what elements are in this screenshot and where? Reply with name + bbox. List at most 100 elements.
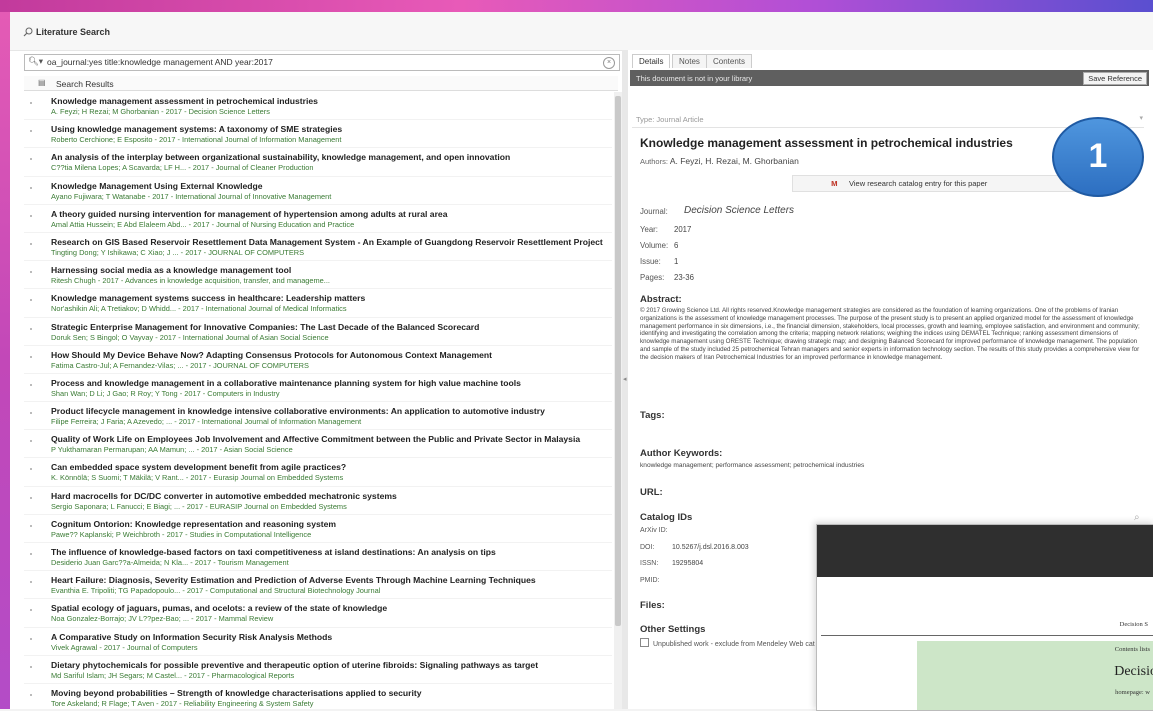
list-item[interactable]: Harnessing social media as a knowledge m…	[24, 261, 612, 290]
result-title[interactable]: Using knowledge management systems: A ta…	[51, 124, 342, 134]
volume-value[interactable]: 6	[674, 241, 678, 250]
result-meta: Evanthia E. Tripoliti; TG Papadopoulo...…	[51, 586, 381, 596]
list-item[interactable]: Can embedded space system development be…	[24, 458, 612, 487]
year-value[interactable]: 2017	[674, 225, 691, 234]
arxiv-label: ArXiv ID:	[640, 527, 668, 534]
unpublished-checkbox[interactable]	[640, 638, 649, 647]
result-title[interactable]: Moving beyond probabilities – Strength o…	[51, 688, 422, 698]
journal-row: Journal: Decision Science Letters	[640, 205, 794, 216]
pages-label: Pages:	[640, 273, 665, 282]
list-item[interactable]: The influence of knowledge-based factors…	[24, 543, 612, 572]
list-item[interactable]: Research on GIS Based Reservoir Resettle…	[24, 233, 612, 262]
result-title[interactable]: Quality of Work Life on Employees Job In…	[51, 434, 580, 444]
list-item[interactable]: Moving beyond probabilities – Strength o…	[24, 684, 612, 709]
results-scrollbar[interactable]	[614, 92, 622, 709]
chevron-down-icon[interactable]: ▾	[1139, 114, 1143, 122]
year-row: Year: 2017	[640, 225, 691, 234]
scrollbar-thumb[interactable]	[615, 96, 621, 626]
tab-notes[interactable]: Notes	[672, 54, 707, 68]
list-item[interactable]: Hard macrocells for DC/DC converter in a…	[24, 487, 612, 515]
list-item[interactable]: A theory guided nursing intervention for…	[24, 205, 612, 233]
keywords-heading: Author Keywords:	[640, 448, 723, 459]
list-item[interactable]: Dietary phytochemicals for possible prev…	[24, 656, 612, 684]
result-meta: Ritesh Chugh - 2017 - Advances in knowle…	[51, 276, 330, 286]
tab-details[interactable]: Details	[632, 54, 671, 68]
list-item[interactable]: Knowledge management systems success in …	[24, 289, 612, 318]
result-title[interactable]: The influence of knowledge-based factors…	[51, 547, 496, 557]
arxiv-row: ArXiv ID:	[640, 527, 668, 534]
search-dropdown-icon[interactable]: 🔍︎▾	[28, 56, 43, 67]
save-reference-button[interactable]: Save Reference	[1083, 72, 1147, 85]
result-title[interactable]: Research on GIS Based Reservoir Resettle…	[51, 237, 603, 247]
result-meta: K. Könnölä; S Suomi; T Mäkilä; V Rant...…	[51, 473, 344, 483]
view-catalog-button[interactable]: ᴍ View research catalog entry for this p…	[792, 175, 1094, 192]
result-title[interactable]: Spatial ecology of jaguars, pumas, and o…	[51, 603, 387, 613]
volume-row: Volume: 6	[640, 241, 678, 250]
splitter-arrow-icon[interactable]: ◂	[623, 375, 627, 383]
tab-contents[interactable]: Contents	[706, 54, 753, 68]
abstract-text[interactable]: © 2017 Growing Science Ltd. All rights r…	[640, 307, 1145, 362]
step-number-badge: 1	[1052, 117, 1144, 197]
journal-value[interactable]: Decision Science Letters	[684, 205, 794, 216]
pages-value[interactable]: 23-36	[674, 273, 694, 282]
issue-row: Issue: 1	[640, 257, 678, 266]
search-input[interactable]: 🔍︎▾ oa_journal:yes title:knowledge manag…	[24, 54, 620, 71]
result-title[interactable]: A theory guided nursing intervention for…	[51, 209, 447, 219]
result-title[interactable]: Strategic Enterprise Management for Inno…	[51, 322, 479, 332]
results-header-label: Search Results	[56, 79, 114, 89]
list-item[interactable]: Process and knowledge management in a co…	[24, 374, 612, 403]
result-title[interactable]: Hard macrocells for DC/DC converter in a…	[51, 491, 397, 501]
row-bullet	[30, 609, 32, 612]
type-select[interactable]: Type: Journal Article	[636, 115, 704, 124]
doi-row: DOI: 10.5267/j.dsl.2016.8.003	[640, 544, 749, 551]
magnifier-icon[interactable]: ⌕	[1134, 512, 1140, 523]
unpublished-checkbox-row[interactable]: Unpublished work - exclude from Mendeley…	[640, 638, 815, 648]
issn-value[interactable]: 19295804	[672, 560, 703, 567]
volume-label: Volume:	[640, 241, 669, 250]
result-title[interactable]: Heart Failure: Diagnosis, Severity Estim…	[51, 575, 536, 585]
result-title[interactable]: Product lifecycle management in knowledg…	[51, 406, 545, 416]
year-label: Year:	[640, 225, 658, 234]
result-meta: Md Sariful Islam; JH Segars; M Castel...…	[51, 670, 295, 680]
result-title[interactable]: Knowledge Management Using External Know…	[51, 181, 263, 191]
issue-value[interactable]: 1	[674, 257, 678, 266]
authors-label: Authors:	[640, 157, 668, 166]
result-meta: Roberto Cerchione; E Esposito - 2017 - I…	[51, 135, 342, 145]
list-item[interactable]: Cognitum Ontorion: Knowledge representat…	[24, 515, 612, 543]
list-item[interactable]: Using knowledge management systems: A ta…	[24, 120, 612, 149]
doi-value[interactable]: 10.5267/j.dsl.2016.8.003	[672, 544, 749, 551]
list-item[interactable]: An analysis of the interplay between org…	[24, 148, 612, 177]
list-item[interactable]: How Should My Device Behave Now? Adaptin…	[24, 346, 612, 374]
clear-search-icon[interactable]: ×	[603, 57, 615, 69]
result-title[interactable]: Cognitum Ontorion: Knowledge representat…	[51, 519, 336, 529]
list-item[interactable]: Knowledge management assessment in petro…	[24, 92, 612, 121]
result-title[interactable]: How Should My Device Behave Now? Adaptin…	[51, 350, 492, 360]
list-item[interactable]: Heart Failure: Diagnosis, Severity Estim…	[24, 571, 612, 600]
list-item[interactable]: Product lifecycle management in knowledg…	[24, 402, 612, 431]
list-item[interactable]: Strategic Enterprise Management for Inno…	[24, 318, 612, 346]
doi-label: DOI:	[640, 544, 655, 551]
row-bullet	[30, 693, 32, 696]
tags-heading: Tags:	[640, 410, 665, 421]
catalog-link-label[interactable]: View research catalog entry for this pap…	[849, 179, 987, 188]
result-title[interactable]: Knowledge management systems success in …	[51, 293, 365, 303]
list-item[interactable]: A Comparative Study on Information Secur…	[24, 628, 612, 656]
keywords-value[interactable]: knowledge management; performance assess…	[640, 462, 864, 469]
results-list-icon: ▤	[38, 78, 46, 87]
result-title[interactable]: An analysis of the interplay between org…	[51, 152, 510, 162]
search-query[interactable]: oa_journal:yes title:knowledge managemen…	[47, 57, 273, 67]
result-title[interactable]: Dietary phytochemicals for possible prev…	[51, 660, 538, 670]
result-title[interactable]: Harnessing social media as a knowledge m…	[51, 265, 291, 275]
result-title[interactable]: Knowledge management assessment in petro…	[51, 96, 318, 106]
banner-text: This document is not in your library	[636, 74, 753, 83]
list-item[interactable]: Knowledge Management Using External Know…	[24, 177, 612, 205]
result-meta: Filipe Ferreira; J Faria; A Azevedo; ...…	[51, 417, 362, 427]
pdf-preview-card[interactable]: Decision S Contents lists Decision homep…	[816, 524, 1153, 711]
result-title[interactable]: Can embedded space system development be…	[51, 462, 346, 472]
result-title[interactable]: Process and knowledge management in a co…	[51, 378, 521, 388]
list-item[interactable]: Spatial ecology of jaguars, pumas, and o…	[24, 599, 612, 628]
result-meta: P Yuktharnaran Permarupan; AA Mamun; ...…	[51, 445, 293, 455]
preview-journal-title: Decision	[1114, 664, 1153, 679]
list-item[interactable]: Quality of Work Life on Employees Job In…	[24, 430, 612, 459]
result-title[interactable]: A Comparative Study on Information Secur…	[51, 632, 332, 642]
